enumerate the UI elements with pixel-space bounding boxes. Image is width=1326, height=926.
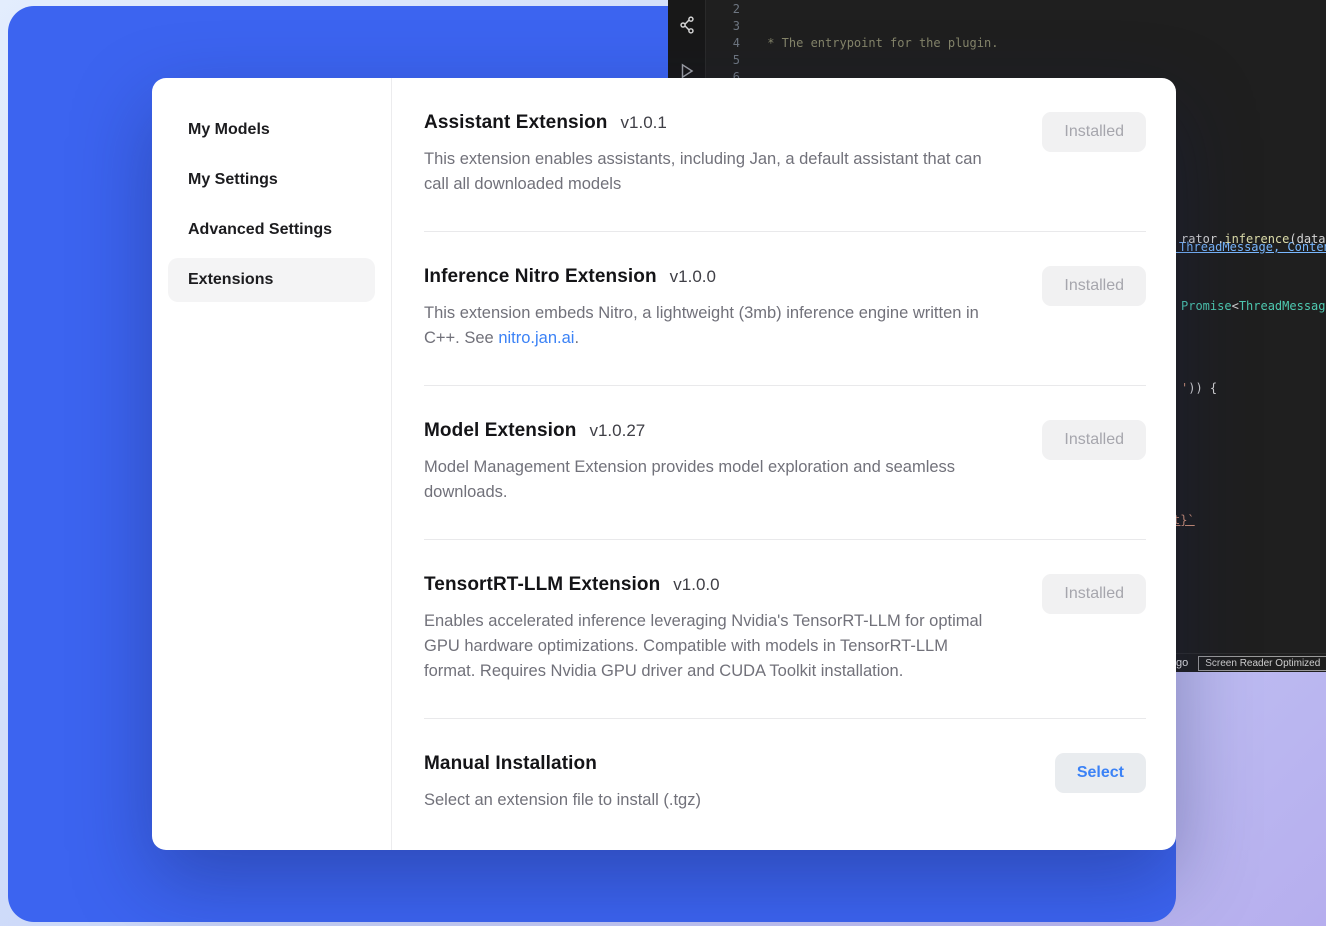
code-fragment: t}` [1173, 512, 1195, 529]
extension-title-line: Assistant Extension v1.0.1 [424, 112, 1002, 134]
sidebar-item-advanced-settings[interactable]: Advanced Settings [168, 208, 375, 252]
line-number: 5 [708, 52, 740, 69]
code-fragment: Promise<ThreadMessage> [1181, 298, 1326, 315]
screen-reader-optimized-badge[interactable]: Screen Reader Optimized [1198, 656, 1326, 671]
manual-installation-info: Manual Installation Select an extension … [424, 753, 701, 813]
line-number: 2 [708, 1, 740, 18]
extension-info: Assistant Extension v1.0.1 This extensio… [424, 112, 1002, 197]
extension-name: Model Extension [424, 420, 576, 442]
extension-version: v1.0.27 [589, 421, 645, 441]
extension-title-line: TensortRT-LLM Extension v1.0.0 [424, 574, 1002, 596]
line-number: 4 [708, 35, 740, 52]
extension-title-line: Model Extension v1.0.27 [424, 420, 1002, 442]
share-graph-icon[interactable] [676, 14, 698, 36]
code-fragment: ')) { [1181, 380, 1217, 397]
extension-title-line: Inference Nitro Extension v1.0.0 [424, 266, 1002, 288]
settings-modal: My Models My Settings Advanced Settings … [152, 78, 1176, 850]
installed-button[interactable]: Installed [1042, 420, 1146, 460]
extension-description: This extension embeds Nitro, a lightweig… [424, 301, 1002, 351]
extension-info: TensortRT-LLM Extension v1.0.0 Enables a… [424, 574, 1002, 684]
code-token: )) { [1188, 381, 1217, 395]
extension-version: v1.0.0 [670, 267, 716, 287]
extensions-list: Assistant Extension v1.0.1 This extensio… [392, 78, 1176, 850]
sidebar-item-label: My Settings [188, 171, 278, 189]
extension-version: v1.0.1 [621, 113, 667, 133]
extension-name: TensortRT-LLM Extension [424, 574, 660, 596]
extension-name: Inference Nitro Extension [424, 266, 657, 288]
extension-row-assistant: Assistant Extension v1.0.1 This extensio… [424, 78, 1146, 232]
extension-description: Model Management Extension provides mode… [424, 455, 1002, 505]
installed-button[interactable]: Installed [1042, 112, 1146, 152]
settings-sidebar: My Models My Settings Advanced Settings … [152, 78, 392, 850]
sidebar-item-my-models[interactable]: My Models [168, 108, 375, 152]
manual-installation-description: Select an extension file to install (.tg… [424, 788, 701, 813]
installed-button[interactable]: Installed [1042, 266, 1146, 306]
code-fragment: rator.inference(data)); [1181, 231, 1326, 248]
code-token: rator. [1181, 232, 1224, 246]
extension-row-model: Model Extension v1.0.27 Model Management… [424, 386, 1146, 540]
line-number: 3 [708, 18, 740, 35]
code-token: (data)); [1289, 232, 1326, 246]
extension-row-inference-nitro: Inference Nitro Extension v1.0.0 This ex… [424, 232, 1146, 386]
extension-info: Model Extension v1.0.27 Model Management… [424, 420, 1002, 505]
editor-line-numbers: 2 3 4 5 6 [708, 1, 740, 86]
sidebar-item-extensions[interactable]: Extensions [168, 258, 375, 302]
select-file-button[interactable]: Select [1055, 753, 1146, 793]
code-token: < [1232, 299, 1239, 313]
extension-row-tensorrt-llm: TensortRT-LLM Extension v1.0.0 Enables a… [424, 540, 1146, 719]
extension-version: v1.0.0 [673, 575, 719, 595]
sidebar-item-my-settings[interactable]: My Settings [168, 158, 375, 202]
code-line-comment: * The entrypoint for the plugin. [760, 35, 1326, 52]
extension-description: Enables accelerated inference leveraging… [424, 609, 1002, 684]
sidebar-item-label: Advanced Settings [188, 221, 332, 239]
description-text: . [574, 329, 579, 347]
status-bar-text: go [1176, 657, 1188, 669]
installed-button[interactable]: Installed [1042, 574, 1146, 614]
manual-installation-row: Manual Installation Select an extension … [424, 719, 1146, 847]
extension-description: This extension enables assistants, inclu… [424, 147, 1002, 197]
manual-installation-title-line: Manual Installation [424, 753, 701, 775]
extension-name: Assistant Extension [424, 112, 608, 134]
code-token: Promise [1181, 299, 1232, 313]
code-token: ThreadMessage [1239, 299, 1326, 313]
sidebar-item-label: Extensions [188, 271, 273, 289]
manual-installation-title: Manual Installation [424, 753, 597, 775]
code-token: inference [1224, 232, 1289, 246]
sidebar-item-label: My Models [188, 121, 270, 139]
nitro-jan-ai-link[interactable]: nitro.jan.ai [498, 329, 574, 347]
extension-info: Inference Nitro Extension v1.0.0 This ex… [424, 266, 1002, 351]
